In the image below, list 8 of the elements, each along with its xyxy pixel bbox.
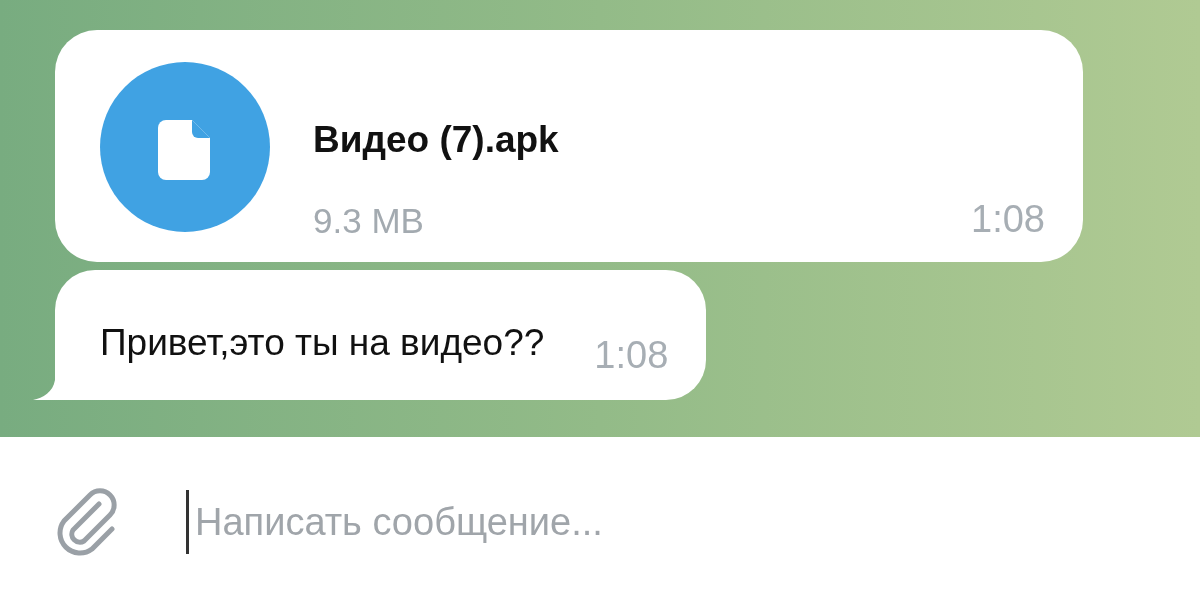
message-text: Привет,это ты на видео?? xyxy=(100,321,545,365)
message-time: 1:08 xyxy=(594,333,669,378)
file-name: Видео (7).apk xyxy=(313,118,559,162)
file-size: 9.3 MB xyxy=(313,200,425,242)
file-icon[interactable] xyxy=(100,62,270,232)
input-field[interactable]: Написать сообщение... xyxy=(195,500,995,544)
text-cursor xyxy=(186,490,189,554)
message-time: 1:08 xyxy=(971,197,1045,242)
